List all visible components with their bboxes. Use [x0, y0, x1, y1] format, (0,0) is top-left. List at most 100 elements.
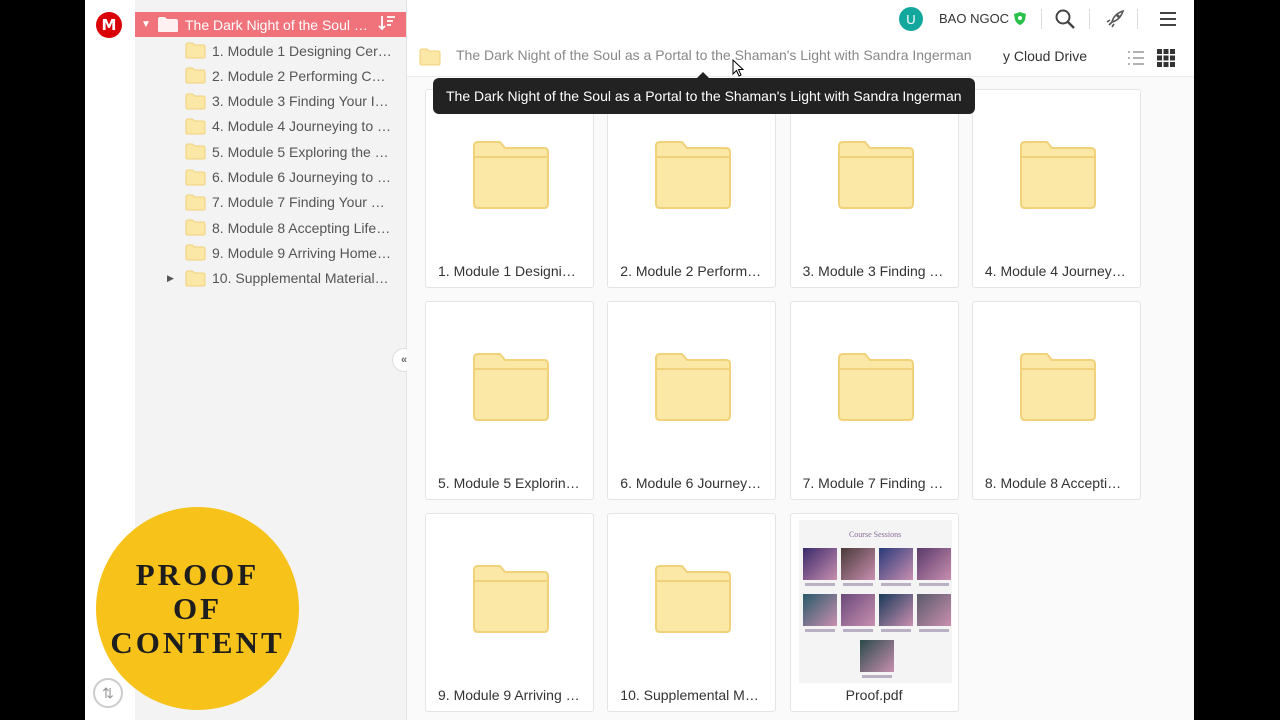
item-name: 1. Module 1 Designing Ceremonies — [438, 263, 593, 279]
tree-item[interactable]: 4. Module 4 Journeying to the Shaman's L… — [135, 114, 406, 139]
menu-icon[interactable] — [1157, 8, 1179, 30]
thumb-image — [859, 640, 894, 672]
tree-item-label: 5. Module 5 Exploring the Dark Night — [212, 143, 392, 160]
item-name: 9. Module 9 Arriving Home to Yourself — [438, 687, 593, 703]
folder-card[interactable]: 10. Supplemental Materials and Resources — [607, 513, 777, 712]
thumb-image — [916, 594, 951, 626]
folder-icon — [185, 93, 206, 110]
breadcrumb-current[interactable]: The Dark Night of the Soul as a Portal t… — [456, 47, 972, 63]
tree-item-label: 7. Module 7 Finding Your Resilience — [212, 194, 392, 211]
item-name: 4. Module 4 Journeying to the Shaman's L… — [984, 263, 1140, 279]
thumb-caption — [880, 629, 911, 632]
thumb-caption — [804, 629, 835, 632]
thumb-image — [878, 548, 913, 580]
badge-line: OF — [172, 590, 223, 626]
breadcrumb-root[interactable]: y Cloud Drive — [1001, 48, 1088, 64]
top-bar: U BAO NGOC — [407, 0, 1194, 39]
tree-item-label: 2. Module 2 Performing Ceremonies — [212, 67, 392, 84]
rocket-icon[interactable] — [1104, 8, 1126, 30]
tooltip: The Dark Night of the Soul as a Portal t… — [433, 72, 975, 114]
tree-item[interactable]: 1. Module 1 Designing Ceremonies — [135, 38, 406, 63]
folder-icon — [1019, 141, 1096, 209]
sort-icon[interactable] — [378, 15, 396, 31]
folder-card[interactable]: 8. Module 8 Accepting Life, Accepting Ch… — [971, 301, 1141, 500]
pro-shield-icon — [1014, 12, 1026, 25]
folder-icon — [473, 141, 549, 209]
folder-card[interactable]: 1. Module 1 Designing Ceremonies — [425, 89, 594, 288]
tree-root-item[interactable]: ▼ The Dark Night of the Soul as a Portal… — [135, 12, 406, 37]
mouse-cursor-icon — [732, 59, 744, 77]
folder-icon — [473, 353, 549, 421]
item-name: 10. Supplemental Materials and Resources — [620, 687, 775, 703]
tree-item[interactable]: 6. Module 6 Journeying to the Helping Sp… — [135, 165, 406, 190]
caret-down-icon[interactable]: ▼ — [141, 19, 151, 30]
divider — [1137, 9, 1138, 29]
breadcrumb: The Dark Night of the Soul as a Portal t… — [407, 38, 1194, 77]
folder-icon — [185, 194, 206, 211]
folder-icon — [185, 42, 206, 59]
folder-card[interactable]: 7. Module 7 Finding Your Resilience — [789, 301, 959, 500]
folder-card[interactable]: 3. Module 3 Finding Your Inner Light — [789, 89, 959, 288]
folder-icon — [655, 141, 732, 209]
folder-card[interactable]: 6. Module 6 Journeying to the Helping Sp… — [607, 301, 777, 500]
thumb-caption — [861, 675, 892, 678]
folder-icon — [185, 169, 206, 185]
file-card[interactable]: Course Sessions Proof.pdf — [789, 513, 959, 712]
folder-icon — [837, 141, 914, 209]
folder-icon — [185, 118, 206, 135]
thumb-caption — [804, 583, 835, 586]
grid-view-icon[interactable] — [1157, 49, 1175, 67]
item-name: 2. Module 2 Performing Ceremonies — [620, 263, 775, 279]
mega-app: M ⇅ ▼ The Dark Night of the Soul as a Po… — [85, 0, 1194, 720]
tree-item[interactable]: 3. Module 3 Finding Your Inner Light — [135, 89, 406, 114]
pdf-thumbnail: Course Sessions — [798, 520, 952, 683]
caret-right-icon[interactable]: ▶ — [167, 273, 174, 284]
thumb-caption — [842, 629, 873, 632]
thumb-image — [916, 548, 951, 580]
badge-line: CONTENT — [110, 624, 285, 660]
username[interactable]: BAO NGOC — [939, 11, 1009, 26]
thumb-title: Course Sessions — [848, 530, 902, 539]
folder-icon — [655, 353, 732, 421]
divider — [1041, 9, 1042, 29]
item-name: 5. Module 5 Exploring the Dark Night — [438, 475, 593, 491]
tree-item[interactable]: 8. Module 8 Accepting Life, Accepting Ch… — [135, 215, 406, 240]
item-name: 6. Module 6 Journeying to the Helping Sp… — [620, 475, 775, 491]
folder-icon — [158, 17, 178, 32]
search-icon[interactable] — [1054, 8, 1076, 30]
tree-item[interactable]: 5. Module 5 Exploring the Dark Night — [135, 139, 406, 164]
divider — [1089, 9, 1090, 29]
mega-logo[interactable]: M — [96, 12, 122, 38]
folder-icon — [185, 143, 206, 160]
tree-item-label: 6. Module 6 Journeying to the Helping Sp… — [212, 169, 392, 185]
transfer-manager-icon[interactable]: ⇅ — [93, 678, 123, 708]
thumb-image — [840, 548, 875, 580]
folder-icon — [473, 565, 549, 633]
folder-card[interactable]: 5. Module 5 Exploring the Dark Night — [425, 301, 594, 500]
tree-item[interactable]: 9. Module 9 Arriving Home to Yourself — [135, 240, 406, 265]
folder-card[interactable]: 2. Module 2 Performing Ceremonies — [607, 89, 777, 288]
tree-item[interactable]: 7. Module 7 Finding Your Resilience — [135, 190, 406, 215]
folder-icon — [419, 48, 441, 66]
folder-icon — [185, 244, 206, 261]
tree-item[interactable]: ▶ 10. Supplemental Materials and Resource… — [135, 266, 406, 291]
tree-item-label: 9. Module 9 Arriving Home to Yourself — [212, 244, 392, 261]
item-name: 7. Module 7 Finding Your Resilience — [802, 475, 958, 491]
item-name: 3. Module 3 Finding Your Inner Light — [802, 263, 958, 279]
folder-icon — [185, 67, 206, 84]
thumb-caption — [918, 629, 949, 632]
folder-icon — [1019, 353, 1096, 421]
list-view-icon[interactable] — [1127, 50, 1145, 66]
proof-of-content-badge: PROOF OF CONTENT — [96, 507, 299, 710]
thumb-caption — [880, 583, 911, 586]
tree-item[interactable]: 2. Module 2 Performing Ceremonies — [135, 63, 406, 88]
avatar[interactable]: U — [899, 7, 923, 31]
folder-card[interactable]: 4. Module 4 Journeying to the Shaman's L… — [971, 89, 1141, 288]
folder-card[interactable]: 9. Module 9 Arriving Home to Yourself — [425, 513, 594, 712]
folder-icon — [837, 353, 914, 421]
tree-root-label: The Dark Night of the Soul as a Portal t… — [185, 16, 370, 33]
thumb-image — [840, 594, 875, 626]
thumb-image — [802, 548, 837, 580]
item-name: Proof.pdf — [845, 687, 903, 703]
tree-item-label: 8. Module 8 Accepting Life, Accepting Ch… — [212, 219, 392, 236]
